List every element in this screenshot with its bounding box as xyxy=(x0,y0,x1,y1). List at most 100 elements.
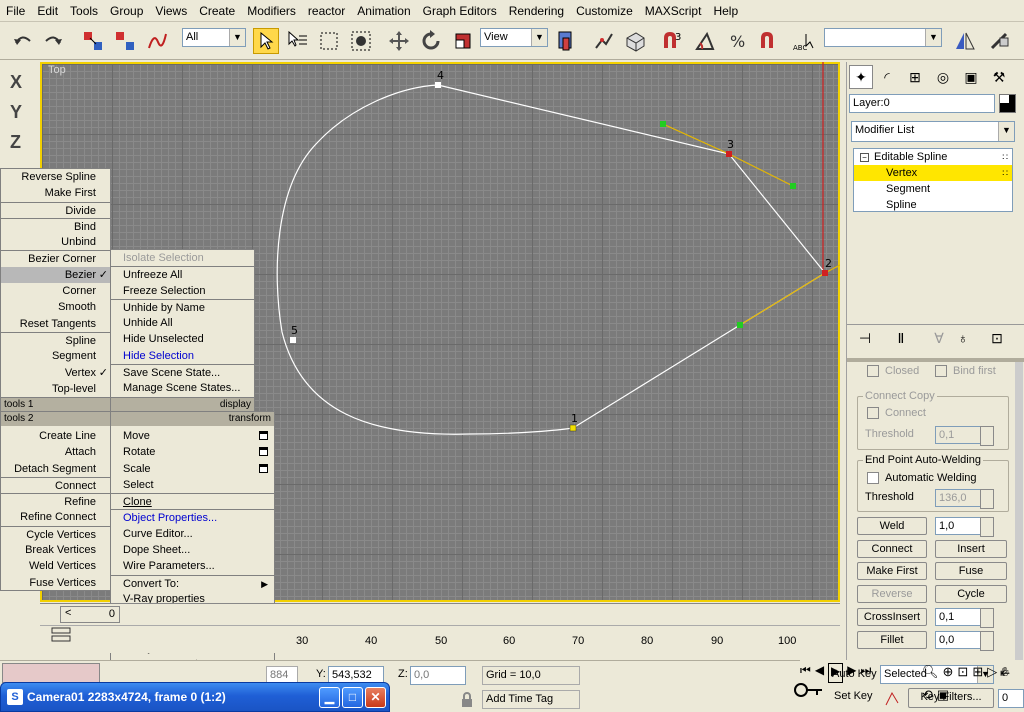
modify-tab-icon[interactable]: ◜ xyxy=(875,65,899,89)
collapse-icon[interactable]: − xyxy=(860,153,869,162)
modifier-stack[interactable]: − Editable Spline ∷ Vertex ∷ Segment Spline xyxy=(853,148,1013,212)
cycle-button[interactable]: Cycle xyxy=(935,585,1007,603)
mirror-icon[interactable] xyxy=(952,28,978,54)
options-box-icon[interactable] xyxy=(259,463,268,473)
quad-item-attach[interactable]: Attach xyxy=(1,444,110,460)
maxscript-listener-mini[interactable] xyxy=(2,663,100,683)
axis-z-constraint[interactable]: Z xyxy=(10,132,21,153)
zoom-icon[interactable]: 🔍︎ xyxy=(922,664,939,685)
menu-file[interactable]: File xyxy=(0,0,31,22)
select-object-icon[interactable] xyxy=(253,28,279,54)
go-to-start-icon[interactable]: ⏮ xyxy=(800,663,811,683)
reverse-button[interactable]: Reverse xyxy=(857,585,927,603)
track-bar[interactable]: 30 40 50 60 70 80 90 100 xyxy=(40,625,840,653)
vertex-marker[interactable] xyxy=(569,424,577,432)
pivot-center-icon[interactable] xyxy=(552,28,578,54)
connect-checkbox[interactable] xyxy=(867,407,879,419)
create-tab-icon[interactable]: ✦ xyxy=(849,65,873,89)
unlink-icon[interactable] xyxy=(112,28,138,54)
show-end-result-icon[interactable]: Ⅱ xyxy=(889,326,913,350)
quad-item-unbind[interactable]: Unbind xyxy=(1,234,110,250)
selection-filter-dropdown[interactable]: All ▼ xyxy=(182,28,246,47)
previous-frame-icon[interactable]: ◀ xyxy=(815,663,824,683)
quad-item-hide-selection[interactable]: Hide Selection xyxy=(111,348,254,364)
axis-y-constraint[interactable]: Y xyxy=(10,102,22,123)
utilities-tab-icon[interactable]: ⚒ xyxy=(987,65,1011,89)
make-unique-icon[interactable]: ∀ xyxy=(927,326,951,350)
tangent-handle[interactable] xyxy=(660,121,666,127)
quad-item-top-level[interactable]: Top-level xyxy=(1,381,110,397)
quad-item-bezier[interactable]: Bezier ✓ xyxy=(1,266,110,284)
quad-item-divide[interactable]: Divide xyxy=(1,201,110,218)
quad-item-unfreeze-all[interactable]: Unfreeze All xyxy=(111,266,254,282)
quad-item-break-vertices[interactable]: Break Vertices xyxy=(1,542,110,558)
menu-reactor[interactable]: reactor xyxy=(302,0,351,22)
vertex-marker[interactable] xyxy=(822,270,828,276)
quad-item-freeze-selection[interactable]: Freeze Selection xyxy=(111,283,254,299)
menu-animation[interactable]: Animation xyxy=(351,0,416,22)
quad-item-connect[interactable]: Connect xyxy=(1,476,110,493)
quad-item-move[interactable]: Move xyxy=(111,428,274,444)
vertex-marker[interactable] xyxy=(290,337,296,343)
render-window-titlebar[interactable]: S Camera01 2283x4724, frame 0 (1:2) ▁ □ … xyxy=(0,682,390,712)
play-icon[interactable]: ▶ xyxy=(828,663,844,683)
menu-help[interactable]: Help xyxy=(707,0,744,22)
editable-spline-shape[interactable] xyxy=(276,84,826,435)
quad-item-bind[interactable]: Bind xyxy=(1,217,110,234)
quad-item-object-properties[interactable]: Object Properties... xyxy=(111,509,274,525)
quad-item-unhide-by-name[interactable]: Unhide by Name xyxy=(111,298,254,315)
named-selection-dropdown[interactable]: ▼ xyxy=(824,28,942,47)
quad-item-make-first[interactable]: Make First xyxy=(1,185,110,201)
rectangular-selection-icon[interactable] xyxy=(316,28,342,54)
make-first-button[interactable]: Make First xyxy=(857,562,927,580)
insert-button[interactable]: Insert xyxy=(935,540,1007,558)
menu-graph-editors[interactable]: Graph Editors xyxy=(417,0,503,22)
stack-item-segment[interactable]: Segment xyxy=(854,181,1012,197)
default-tangent-icon[interactable] xyxy=(884,689,902,707)
pan-icon[interactable]: ✋︎ xyxy=(1001,664,1008,685)
menu-views[interactable]: Views xyxy=(149,0,193,22)
pin-stack-icon[interactable]: ⊣ xyxy=(853,326,877,350)
tangent-handle[interactable] xyxy=(737,322,743,328)
hierarchy-tab-icon[interactable]: ⊞ xyxy=(903,65,927,89)
z-coordinate-field[interactable]: 0,0 xyxy=(410,666,466,685)
fuse-button[interactable]: Fuse xyxy=(935,562,1007,580)
object-name-field[interactable]: Layer:0 xyxy=(849,94,995,113)
quad-item-segment[interactable]: Segment xyxy=(1,348,110,364)
spinner-snap-icon[interactable] xyxy=(756,28,782,54)
quad-item-weld-vertices[interactable]: Weld Vertices xyxy=(1,558,110,574)
modifier-list-dropdown[interactable]: Modifier List ▼ xyxy=(851,121,1015,142)
field-of-view-icon[interactable]: ▷ xyxy=(987,664,997,685)
threshold-spinner-2[interactable]: 136,0 xyxy=(935,489,994,509)
window-crossing-icon[interactable] xyxy=(348,28,374,54)
keyboard-shortcut-icon[interactable] xyxy=(622,28,648,54)
quad-item-curve-editor[interactable]: Curve Editor... xyxy=(111,526,274,542)
quad-item-rotate[interactable]: Rotate xyxy=(111,444,274,460)
align-icon[interactable] xyxy=(986,28,1012,54)
menu-tools[interactable]: Tools xyxy=(64,0,104,22)
minimize-icon[interactable]: ▁ xyxy=(319,687,340,708)
menu-customize[interactable]: Customize xyxy=(570,0,639,22)
axis-x-constraint[interactable]: X xyxy=(10,72,22,93)
remove-modifier-icon[interactable]: ♁ xyxy=(951,326,975,350)
stack-item-vertex[interactable]: Vertex ∷ xyxy=(854,165,1012,181)
quad-item-smooth[interactable]: Smooth xyxy=(1,299,110,315)
menu-edit[interactable]: Edit xyxy=(31,0,64,22)
fillet-button[interactable]: Fillet xyxy=(857,631,927,649)
menu-maxscript[interactable]: MAXScript xyxy=(639,0,708,22)
quad-item-manage-scene-states[interactable]: Manage Scene States... xyxy=(111,380,254,396)
quad-item-reset-tangents[interactable]: Reset Tangents xyxy=(1,316,110,332)
add-time-tag-field[interactable]: Add Time Tag xyxy=(482,690,580,709)
close-icon[interactable]: ✕ xyxy=(365,687,386,708)
maximize-viewport-icon[interactable]: ▣ xyxy=(937,687,949,708)
tangent-handle[interactable] xyxy=(790,183,796,189)
reference-coordinate-dropdown[interactable]: View ▼ xyxy=(480,28,548,47)
menu-group[interactable]: Group xyxy=(104,0,149,22)
scale-icon[interactable] xyxy=(450,28,476,54)
crossinsert-spinner[interactable]: 0,1 xyxy=(935,608,994,628)
quad-item-isolate-selection[interactable]: Isolate Selection xyxy=(111,250,254,266)
select-by-name-icon[interactable] xyxy=(284,28,310,54)
quad-item-fuse-vertices[interactable]: Fuse Vertices xyxy=(1,575,110,591)
quad-item-refine[interactable]: Refine xyxy=(1,493,110,509)
quad-item-bezier-corner[interactable]: Bezier Corner xyxy=(1,250,110,266)
